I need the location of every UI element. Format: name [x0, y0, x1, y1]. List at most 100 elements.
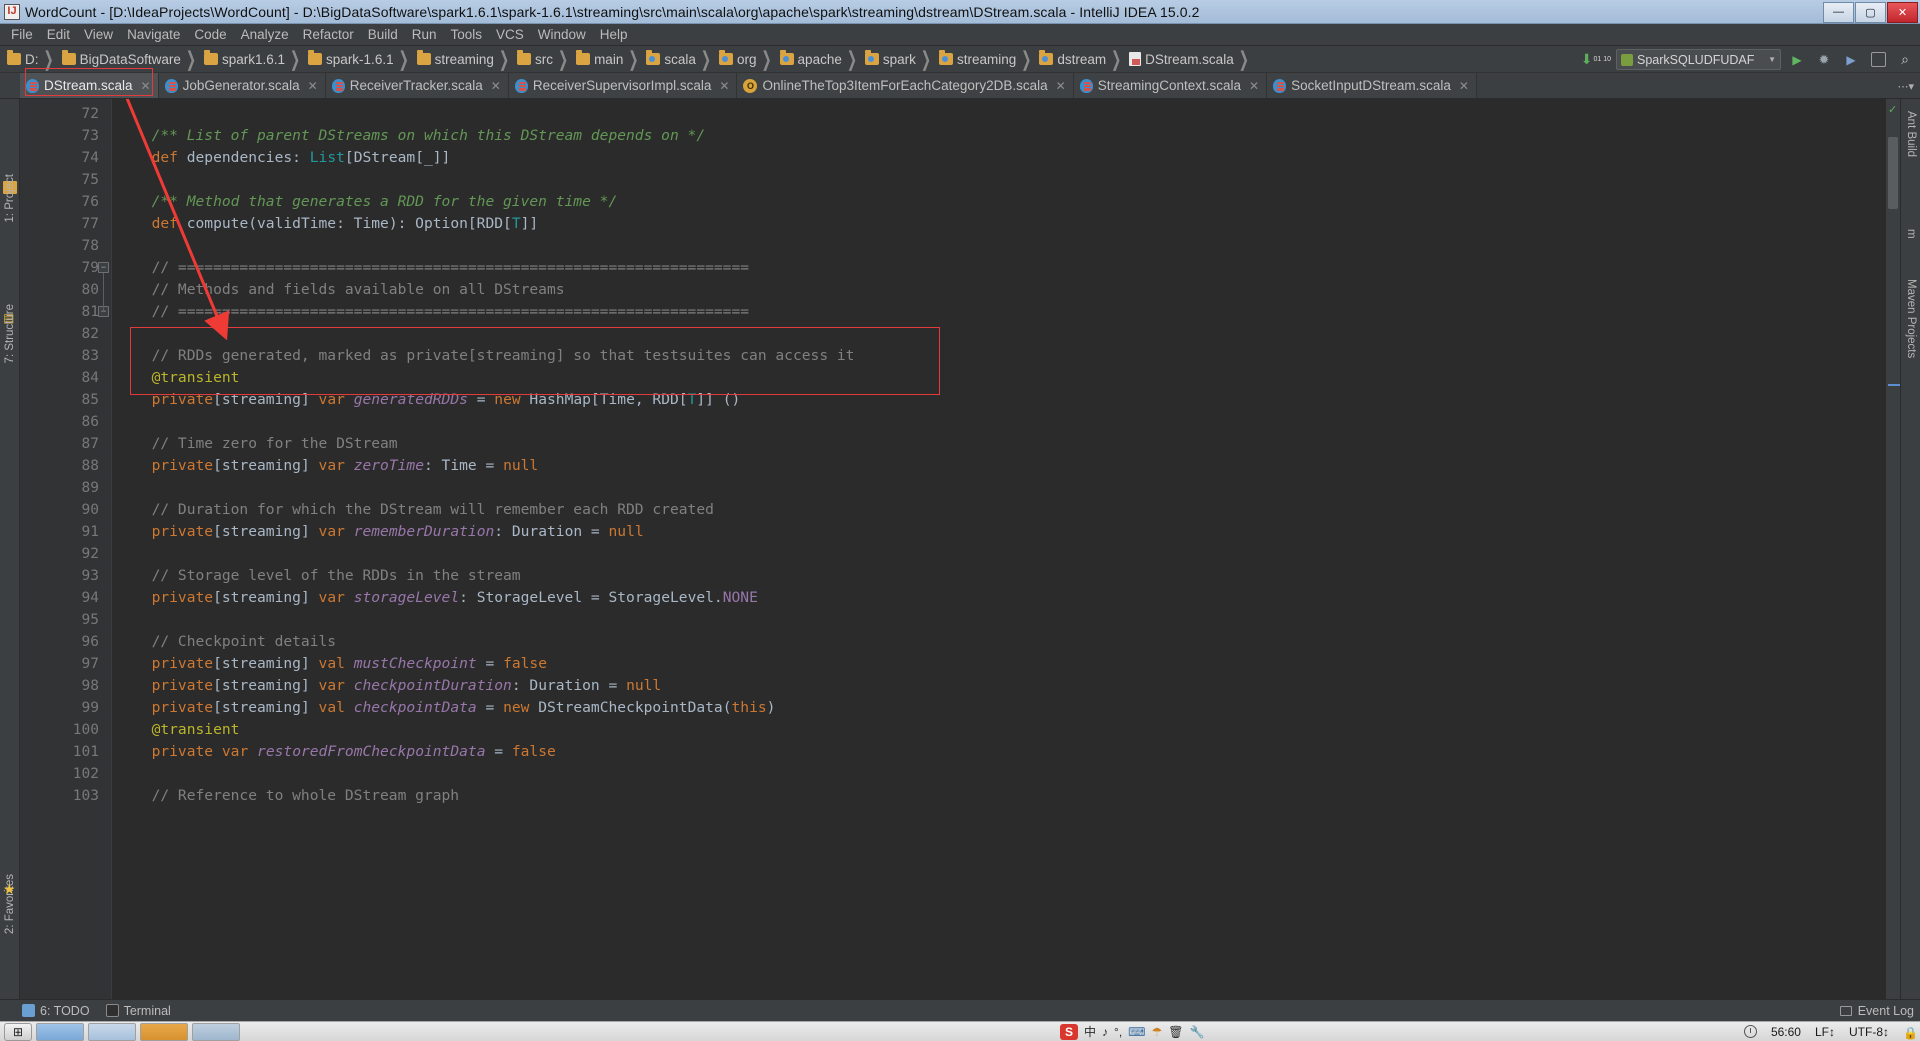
breadcrumb-label: org: [736, 51, 757, 67]
ime-chinese-icon[interactable]: 中: [1084, 1023, 1096, 1040]
umbrella-icon[interactable]: ☂: [1151, 1025, 1162, 1039]
tab-overflow-controls[interactable]: ⋯▾: [1897, 73, 1918, 99]
menu-vcs[interactable]: VCS: [489, 25, 531, 44]
sidebar-item-structure[interactable]: 7: Structure: [4, 304, 16, 363]
maven-letter: m: [1904, 229, 1917, 239]
trash-icon[interactable]: 🗑: [1168, 1025, 1183, 1039]
window-controls: — ▢ ✕: [1823, 0, 1920, 24]
close-icon[interactable]: ✕: [1249, 79, 1259, 93]
menu-analyze[interactable]: Analyze: [234, 25, 296, 44]
sidebar-item-ant-build[interactable]: Ant Build: [1905, 111, 1917, 157]
breadcrumb-item-apache[interactable]: apache ❯: [777, 47, 862, 71]
encoding[interactable]: UTF-8↕: [1849, 1025, 1889, 1039]
breadcrumb-item-streaming[interactable]: streaming ❯: [414, 47, 514, 71]
taskbar-button-4[interactable]: [192, 1022, 240, 1041]
close-button[interactable]: ✕: [1887, 1, 1918, 23]
menu-refactor[interactable]: Refactor: [296, 25, 361, 44]
debug-button[interactable]: ✹: [1813, 49, 1835, 71]
line-number: 76: [81, 194, 99, 210]
editor-tab-dstream[interactable]: DStream.scala ✕: [20, 73, 159, 98]
start-button[interactable]: ⊞: [4, 1022, 32, 1041]
run-button[interactable]: ▶: [1786, 49, 1808, 71]
taskbar-button-3[interactable]: [140, 1022, 188, 1041]
editor-scrollbar[interactable]: ✓: [1886, 99, 1900, 999]
code-line: @transient: [112, 367, 1886, 389]
search-icon[interactable]: ⌕: [1894, 49, 1916, 71]
coverage-button[interactable]: ▶: [1840, 49, 1862, 71]
code-editor[interactable]: /** List of parent DStreams on which thi…: [112, 99, 1886, 999]
run-configuration-selector[interactable]: SparkSQLUDFUDAF ▼: [1616, 49, 1781, 70]
line-separator[interactable]: LF↕: [1815, 1025, 1835, 1039]
close-icon[interactable]: ✕: [1459, 79, 1469, 93]
ime-punct-icon[interactable]: °,: [1114, 1025, 1122, 1039]
code-fold-toggle[interactable]: −: [98, 262, 109, 273]
breadcrumb-label: DStream.scala: [1145, 51, 1234, 67]
settings-button[interactable]: [1867, 49, 1889, 71]
bottom-item-todo[interactable]: 6: TODO: [22, 1004, 90, 1018]
menu-code[interactable]: Code: [187, 25, 233, 44]
menu-window[interactable]: Window: [531, 25, 593, 44]
close-icon[interactable]: ✕: [308, 79, 318, 93]
editor-tab-onlinethetop3itemforeachcategory2db[interactable]: O OnlineTheTop3ItemForEachCategory2DB.sca…: [737, 73, 1074, 98]
lock-icon[interactable]: 🔒: [1903, 1026, 1918, 1040]
caret-position[interactable]: 56:60: [1771, 1025, 1801, 1039]
editor-tab-receiversupervisorimpl[interactable]: ReceiverSupervisorImpl.scala ✕: [508, 73, 738, 98]
line-number: 72: [81, 106, 99, 122]
code-line: // =====================================…: [112, 301, 1886, 323]
menu-navigate[interactable]: Navigate: [120, 25, 187, 44]
minimize-button[interactable]: —: [1823, 1, 1854, 23]
breadcrumb-item-bigdatasoftware[interactable]: BigDataSoftware ❯: [59, 47, 201, 71]
breadcrumb-item-spark-1-6-1[interactable]: spark-1.6.1 ❯: [305, 47, 414, 71]
menu-build[interactable]: Build: [361, 25, 405, 44]
star-icon[interactable]: ★: [3, 881, 17, 897]
breadcrumb-item-main[interactable]: main ❯: [573, 47, 643, 71]
scrollbar-thumb[interactable]: [1888, 137, 1898, 209]
menu-run[interactable]: Run: [405, 25, 444, 44]
line-number: 101: [72, 744, 99, 760]
editor-tab-receivertracker[interactable]: ReceiverTracker.scala ✕: [325, 73, 509, 98]
sogou-ime-icon[interactable]: S: [1060, 1023, 1078, 1040]
breadcrumb-item-org[interactable]: org ❯: [716, 47, 777, 71]
taskbar-button-2[interactable]: [88, 1022, 136, 1041]
breadcrumb-item-spark[interactable]: spark ❯: [862, 47, 936, 71]
bottom-item-event-log[interactable]: Event Log: [1839, 1004, 1914, 1018]
code-token: private: [151, 523, 214, 540]
sidebar-item-maven-projects[interactable]: Maven Projects: [1905, 279, 1917, 358]
close-icon[interactable]: ✕: [1056, 79, 1066, 93]
menu-edit[interactable]: Edit: [40, 25, 77, 44]
bottom-item-terminal[interactable]: Terminal: [105, 1004, 171, 1018]
editor-tab-streamingcontext[interactable]: StreamingContext.scala ✕: [1073, 73, 1268, 98]
breadcrumb-item-src[interactable]: src ❯: [514, 47, 573, 71]
menu-file[interactable]: File: [4, 25, 40, 44]
taskbar-button-1[interactable]: [36, 1022, 84, 1041]
breadcrumb-item-streaming[interactable]: streaming ❯: [936, 47, 1036, 71]
breadcrumb-separator: ❯: [558, 47, 569, 71]
maximize-button[interactable]: ▢: [1855, 1, 1886, 23]
editor-tab-bar: DStream.scala ✕ JobGenerator.scala ✕ Receive…: [0, 73, 1920, 99]
update-project-icon[interactable]: ⬇ 01 10: [1581, 51, 1611, 68]
breadcrumb-item-d-[interactable]: D: ❯: [4, 47, 59, 71]
keyboard-icon[interactable]: ⌨: [1128, 1025, 1145, 1039]
menu-tools[interactable]: Tools: [444, 25, 490, 44]
toolbar-actions: ⬇ 01 10 SparkSQLUDFUDAF ▼ ▶ ✹ ▶ ⌕: [1581, 46, 1916, 73]
breadcrumb-item-dstream-scala[interactable]: DStream.scala ❯: [1126, 47, 1254, 71]
menu-view[interactable]: View: [77, 25, 120, 44]
editor-tab-socketinputdstream[interactable]: SocketInputDStream.scala ✕: [1267, 73, 1477, 98]
sidebar-item-project[interactable]: 1: Project: [4, 174, 16, 223]
close-icon[interactable]: ✕: [719, 79, 729, 93]
inspection-ok-icon: ✓: [1888, 104, 1898, 116]
breadcrumb-item-dstream[interactable]: dstream ❯: [1036, 47, 1126, 71]
code-token: generatedRDDs: [353, 391, 468, 408]
breadcrumb-item-scala[interactable]: scala ❯: [643, 47, 716, 71]
close-icon[interactable]: ✕: [141, 79, 151, 93]
menu-help[interactable]: Help: [593, 25, 635, 44]
close-icon[interactable]: ✕: [491, 79, 501, 93]
editor-gutter[interactable]: 72 73 74 75 76 77 78 79 80 81 82 83 84 85 86 87 88 89 90 91…: [20, 99, 112, 999]
breadcrumb-item-spark1-6-1[interactable]: spark1.6.1 ❯: [201, 47, 305, 71]
editor-tab-jobgenerator[interactable]: JobGenerator.scala ✕: [158, 73, 326, 98]
ime-mode-icon[interactable]: ♪: [1102, 1025, 1108, 1039]
wrench-icon[interactable]: 🔧: [1189, 1025, 1204, 1039]
